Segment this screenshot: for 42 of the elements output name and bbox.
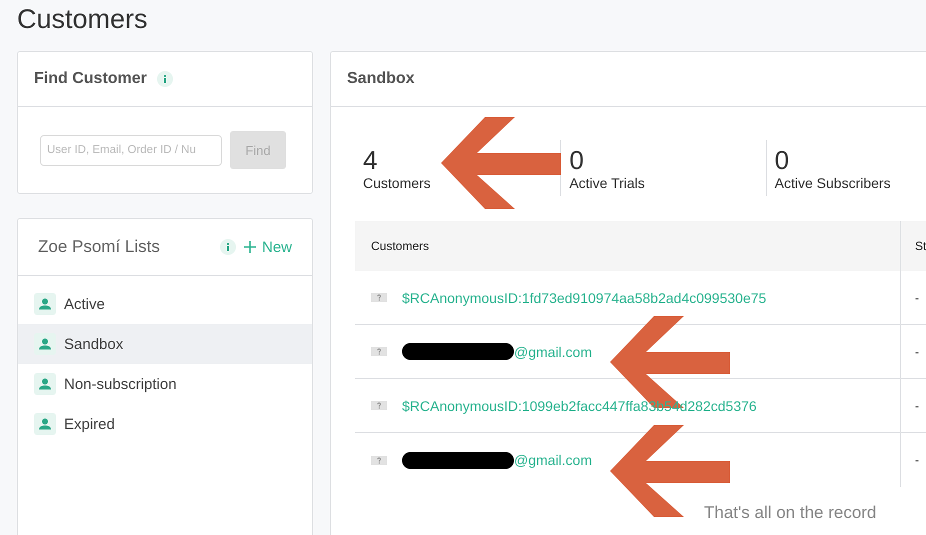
unknown-platform-icon bbox=[371, 401, 387, 410]
page-title: Customers bbox=[16, 3, 149, 36]
plus-icon bbox=[244, 241, 256, 253]
column-header: St bbox=[900, 221, 926, 271]
customer-link[interactable]: $RCAnonymousID:1fd73ed910974aa58b2ad4c099530e75 bbox=[402, 290, 766, 306]
person-icon bbox=[34, 333, 56, 355]
unknown-platform-icon bbox=[371, 347, 387, 356]
panel-title: Sandbox bbox=[347, 70, 415, 88]
card-title: Zoe Psomí Lists bbox=[38, 237, 160, 257]
stat-label: Customers bbox=[363, 175, 431, 191]
person-icon bbox=[34, 413, 56, 435]
list-item[interactable]: Non-subscription bbox=[18, 364, 312, 404]
list-item[interactable]: Sandbox bbox=[18, 324, 312, 364]
column-header: Customers bbox=[370, 238, 430, 255]
table-cell: - bbox=[900, 433, 926, 487]
table-cell: - bbox=[900, 271, 926, 324]
customer-link[interactable]: @gmail.com bbox=[514, 344, 592, 360]
stat-value: 0 bbox=[569, 145, 585, 175]
unknown-platform-icon bbox=[371, 293, 387, 302]
stat-value: 4 bbox=[363, 145, 378, 175]
stat-label: Active Trials bbox=[569, 175, 645, 191]
stat-value: 0 bbox=[774, 145, 790, 175]
unknown-platform-icon bbox=[371, 456, 387, 464]
customer-link[interactable]: $RCAnonymousID:1099eb2facc447ffa83b54d282cd5376 bbox=[402, 398, 757, 414]
info-icon bbox=[156, 71, 173, 87]
table-cell: - bbox=[900, 379, 926, 432]
list-item[interactable]: Expired bbox=[18, 404, 312, 444]
list-item-label: Sandbox bbox=[64, 336, 124, 352]
info-icon bbox=[220, 239, 236, 255]
search-field[interactable]: User ID, Email, Order ID / Nu bbox=[40, 134, 222, 166]
table-cell: - bbox=[900, 325, 926, 378]
end-of-list-text: That's all on the record bbox=[704, 503, 876, 522]
list-item-label: Non-subscription bbox=[64, 376, 177, 392]
list-item-label: Expired bbox=[64, 416, 115, 432]
list-item[interactable]: Active bbox=[18, 284, 312, 324]
person-icon bbox=[34, 293, 56, 315]
card-title: Find Customer bbox=[34, 70, 147, 88]
person-icon bbox=[34, 373, 56, 395]
stat-label: Active Subscribers bbox=[774, 175, 891, 191]
new-list-link[interactable]: New bbox=[244, 238, 292, 256]
list-item-label: Active bbox=[64, 296, 105, 312]
customer-link[interactable]: @gmail.com bbox=[514, 452, 592, 468]
